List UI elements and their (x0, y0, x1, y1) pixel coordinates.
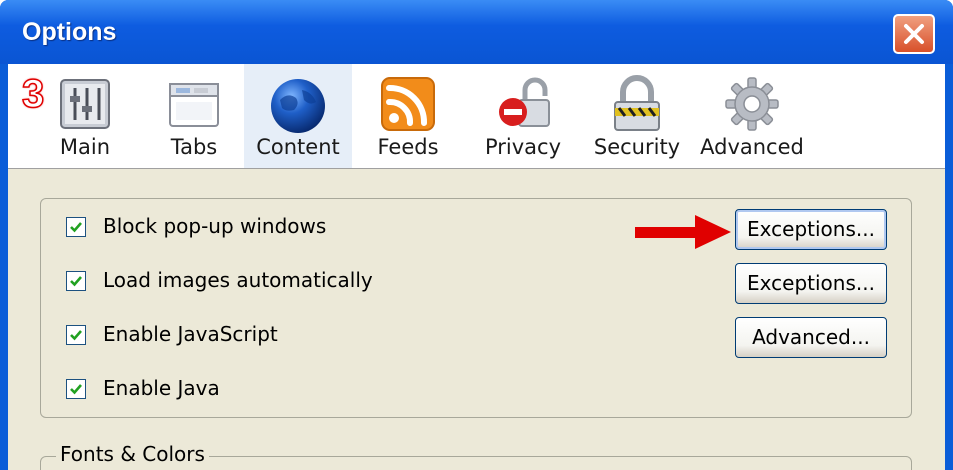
javascript-advanced-button[interactable]: Advanced... (735, 317, 887, 358)
popup-exceptions-button[interactable]: Exceptions... (735, 209, 887, 250)
content-options-group: Block pop-up windows Load images automat… (40, 198, 912, 418)
tab-label: Main (59, 135, 111, 159)
window-title: Options (22, 18, 117, 46)
checkmark-icon (70, 384, 82, 395)
checkbox-label: Block pop-up windows (103, 214, 327, 238)
tab-feeds[interactable]: Feeds (356, 64, 460, 168)
globe-icon (271, 79, 325, 133)
block-popups-checkbox[interactable] (66, 217, 86, 237)
red-arrow-annotation (635, 215, 731, 249)
browser-tabs-icon (169, 83, 219, 127)
dialog-body: Main Tabs Content Feeds Privacy Security… (8, 64, 945, 470)
tab-privacy[interactable]: Privacy (468, 64, 578, 168)
tab-tabs[interactable]: Tabs (142, 64, 246, 168)
enable-java-checkbox[interactable] (66, 379, 86, 399)
slider-panel-icon (60, 79, 110, 129)
images-exceptions-button[interactable]: Exceptions... (735, 263, 887, 304)
title-bar[interactable]: Options (0, 0, 953, 64)
category-toolbar: Main Tabs Content Feeds Privacy Security… (8, 64, 945, 169)
tab-label: Privacy (484, 135, 562, 159)
checkmark-icon (70, 222, 82, 233)
step-number-annotation: 3 (21, 71, 45, 117)
tab-security[interactable]: Security (578, 64, 696, 168)
tab-label: Tabs (170, 135, 218, 159)
tab-label: Advanced (700, 135, 804, 159)
options-window: Options Main Tabs Content Feeds Privacy … (0, 0, 953, 470)
checkmark-icon (70, 330, 82, 341)
enable-javascript-checkbox[interactable] (66, 325, 86, 345)
tab-label: Content (256, 135, 340, 159)
close-button[interactable] (893, 14, 935, 54)
tab-label: Feeds (377, 135, 439, 159)
rss-feed-icon (381, 77, 435, 131)
privacy-lock-icon (499, 77, 550, 127)
checkmark-icon (70, 276, 82, 287)
load-images-checkbox[interactable] (66, 271, 86, 291)
security-padlock-icon (614, 75, 660, 131)
checkbox-label: Load images automatically (103, 268, 373, 292)
gear-icon (725, 77, 779, 131)
tab-content[interactable]: Content (244, 64, 352, 168)
checkbox-label: Enable Java (103, 376, 220, 400)
close-icon (904, 24, 924, 44)
fonts-colors-group-label: Fonts & Colors (56, 442, 209, 466)
tab-label: Security (593, 135, 681, 159)
tab-advanced[interactable]: Advanced (694, 64, 810, 168)
tab-main[interactable]: Main (33, 64, 137, 168)
checkbox-label: Enable JavaScript (103, 322, 278, 346)
